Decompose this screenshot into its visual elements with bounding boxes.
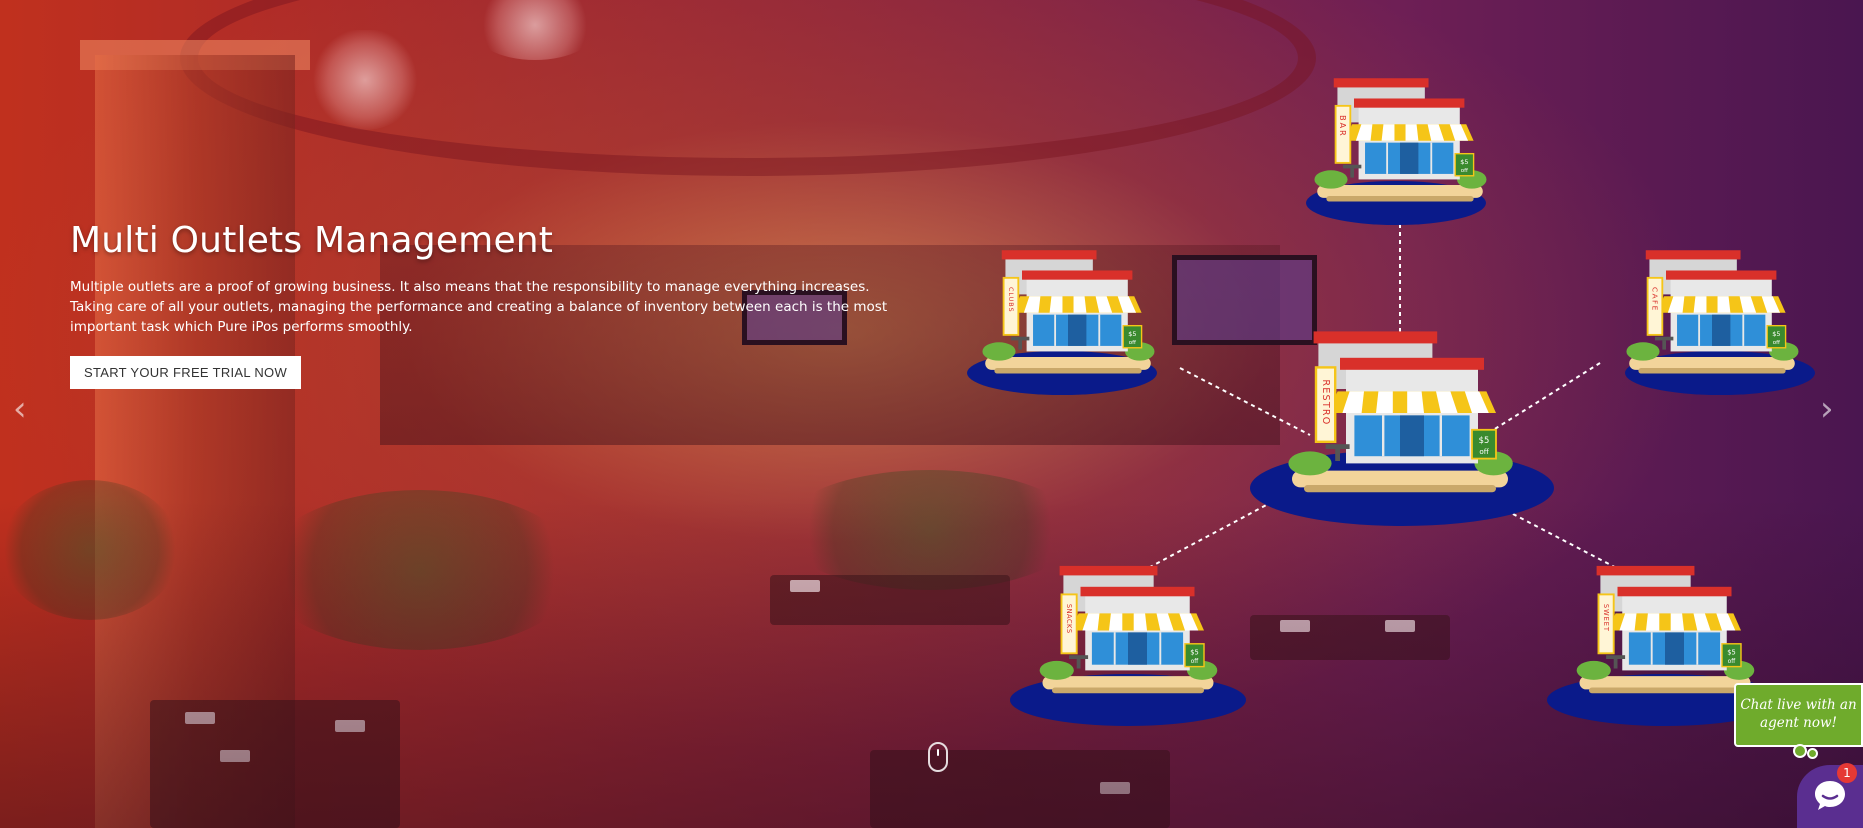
- chevron-right-icon[interactable]: ›: [1820, 392, 1834, 426]
- chat-invitation-bubble[interactable]: Chat live with an agent now!: [1734, 683, 1863, 747]
- outlet-price-note: off: [1191, 659, 1199, 665]
- free-trial-button[interactable]: START YOUR FREE TRIAL NOW: [70, 356, 302, 389]
- chat-invitation-text: Chat live with an agent now!: [1740, 697, 1857, 731]
- outlet-sign: CLUBS: [1007, 287, 1015, 312]
- hero-description: Multiple outlets are a proof of growing …: [70, 279, 888, 335]
- mouse-scroll-icon[interactable]: [928, 742, 948, 772]
- outlet-price-note: off: [1479, 447, 1489, 456]
- hero-content: Multi Outlets Management Multiple outlet…: [70, 220, 910, 389]
- chat-icon: [1815, 781, 1845, 810]
- outlet-sign: RESTRO: [1320, 379, 1331, 425]
- chevron-left-icon[interactable]: ‹: [13, 392, 27, 426]
- outlet-price-note: off: [1773, 340, 1780, 346]
- outlet-price: $5: [1460, 158, 1468, 166]
- hero-title: Multi Outlets Management: [70, 220, 554, 261]
- chat-bubble-tail: [1793, 744, 1807, 758]
- outlet-sign: SNACKS: [1065, 604, 1073, 634]
- chat-bubble-tail: [1807, 748, 1818, 759]
- outlet-price: $5: [1190, 648, 1198, 656]
- outlet-price: $5: [1479, 435, 1490, 445]
- outlet-sign: BAR: [1338, 115, 1348, 138]
- outlet-price: $5: [1128, 330, 1136, 338]
- outlet-price: $5: [1727, 648, 1735, 656]
- outlet-sign: CAFE: [1650, 287, 1659, 312]
- outlet-network-illustration: RESTRO $5 off BAR $5 off CLUBS $5 off CA…: [967, 77, 1815, 726]
- outlet-price-note: off: [1461, 168, 1468, 174]
- outlet-price-note: off: [1129, 340, 1136, 346]
- outlet-price-note: off: [1728, 659, 1736, 665]
- outlet-sign: SWEET: [1602, 604, 1610, 632]
- outlet-price: $5: [1772, 330, 1780, 338]
- notification-badge: 1: [1837, 763, 1857, 783]
